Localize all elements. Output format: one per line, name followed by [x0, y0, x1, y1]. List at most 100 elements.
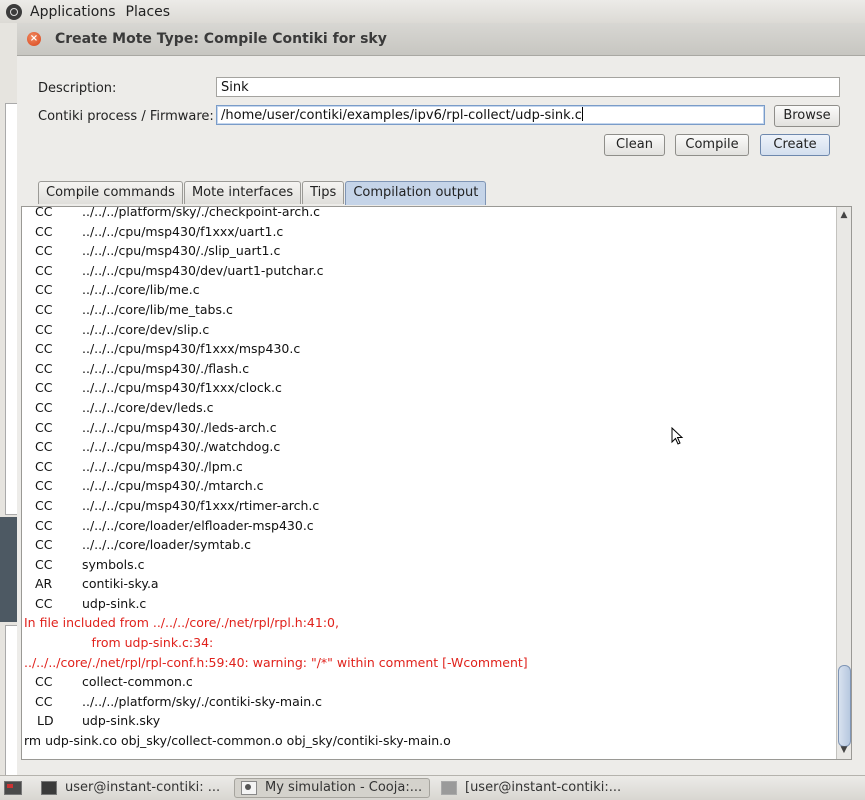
scroll-thumb[interactable] — [838, 665, 851, 747]
firmware-field[interactable]: /home/user/contiki/examples/ipv6/rpl-col… — [216, 105, 765, 125]
terminal-icon — [41, 781, 57, 795]
output-line: CC ../../../core/dev/leds.c — [22, 398, 834, 418]
firmware-value: /home/user/contiki/examples/ipv6/rpl-col… — [221, 108, 582, 123]
compile-button[interactable]: Compile — [675, 134, 749, 156]
dialog-title: Create Mote Type: Compile Contiki for sk… — [55, 31, 387, 47]
output-line: CC ../../../cpu/msp430/./watchdog.c — [22, 437, 834, 457]
description-value: Sink — [221, 80, 249, 95]
description-label: Description: — [38, 81, 117, 96]
output-line: CC ../../../cpu/msp430/./slip_uart1.c — [22, 241, 834, 261]
output-argument: ../../../cpu/msp430/./watchdog.c — [82, 439, 281, 455]
output-command: CC — [35, 380, 53, 396]
output-line: CC collect-common.c — [22, 672, 834, 692]
output-argument: ../../../cpu/msp430/./mtarch.c — [82, 478, 264, 494]
output-argument: ../../../cpu/msp430/./slip_uart1.c — [82, 243, 281, 259]
output-line: CC ../../../cpu/msp430/f1xxx/rtimer-arch.… — [22, 496, 834, 516]
applications-menu[interactable]: Applications — [30, 4, 116, 20]
output-command: CC — [35, 439, 53, 455]
output-line: CC ../../../cpu/msp430/f1xxx/uart1.c — [22, 222, 834, 242]
output-argument: udp-sink.c — [82, 595, 147, 611]
output-command: CC — [35, 321, 53, 337]
terminal-icon — [441, 781, 457, 795]
top-panel: Applications Places — [0, 0, 865, 24]
output-command: CC — [35, 341, 53, 357]
output-command: LD — [37, 713, 54, 729]
output-command: CC — [35, 556, 53, 572]
output-line: CC ../../../cpu/msp430/dev/uart1-putchar.… — [22, 261, 834, 281]
output-command: CC — [35, 458, 53, 474]
taskbar: user@instant-contiki: ... My simulation … — [0, 775, 865, 800]
output-line: rm udp-sink.co obj_sky/collect-common.o … — [24, 733, 451, 749]
output-argument: ../../../cpu/msp430/f1xxx/msp430.c — [82, 341, 301, 357]
output-command: CC — [35, 206, 53, 219]
output-command: CC — [35, 282, 53, 298]
output-argument: ../../../core/loader/symtab.c — [82, 537, 251, 553]
output-line: CC ../../../cpu/msp430/./lpm.c — [22, 457, 834, 477]
output-argument: ../../../cpu/msp430/f1xxx/rtimer-arch.c — [82, 497, 320, 513]
output-argument: contiki-sky.a — [82, 576, 159, 592]
description-field[interactable]: Sink — [216, 77, 840, 97]
output-line: CC ../../../cpu/msp430/./mtarch.c — [22, 476, 834, 496]
output-error-line: In file included from ../../../core/./ne… — [24, 615, 339, 631]
tab-mote-interfaces[interactable]: Mote interfaces — [183, 181, 302, 204]
firmware-label: Contiki process / Firmware: — [38, 109, 214, 124]
clean-button[interactable]: Clean — [604, 134, 665, 156]
show-desktop-icon[interactable] — [4, 781, 22, 795]
output-lines: CC ../../../platform/sky/./checkpoint-arc… — [22, 206, 834, 751]
output-argument: ../../../cpu/msp430/./lpm.c — [82, 458, 243, 474]
cooja-icon — [241, 781, 257, 795]
output-line: CC ../../../cpu/msp430/f1xxx/msp430.c — [22, 339, 834, 359]
taskbar-item-label: My simulation - Cooja:... — [265, 780, 423, 795]
output-argument: ../../../cpu/msp430/f1xxx/clock.c — [82, 380, 282, 396]
output-argument: ../../../core/lib/me_tabs.c — [82, 301, 233, 317]
output-line: CC ../../../platform/sky/./checkpoint-arc… — [22, 206, 834, 222]
output-argument: ../../../core/lib/me.c — [82, 282, 200, 298]
output-line: CC ../../../core/loader/symtab.c — [22, 535, 834, 555]
scroll-up-icon[interactable]: ▲ — [839, 209, 849, 221]
output-argument: collect-common.c — [82, 674, 193, 690]
tab-compilation-output[interactable]: Compilation output — [345, 181, 487, 205]
ubuntu-logo-icon[interactable] — [6, 3, 22, 20]
output-command: CC — [35, 419, 53, 435]
output-command: CC — [35, 478, 53, 494]
output-command: CC — [35, 693, 53, 709]
output-line: CC ../../../cpu/msp430/f1xxx/clock.c — [22, 378, 834, 398]
output-command: CC — [35, 497, 53, 513]
output-command: CC — [35, 537, 53, 553]
dialog-titlebar[interactable]: × Create Mote Type: Compile Contiki for … — [17, 23, 865, 56]
output-command: CC — [35, 595, 53, 611]
browse-button[interactable]: Browse — [774, 105, 840, 127]
output-argument: ../../../core/loader/elfloader-msp430.c — [82, 517, 314, 533]
output-argument: symbols.c — [82, 556, 145, 572]
tab-compile-commands[interactable]: Compile commands — [38, 181, 183, 204]
compilation-output-panel[interactable]: CC ../../../platform/sky/./checkpoint-arc… — [21, 206, 852, 760]
output-command: CC — [35, 360, 53, 376]
output-line: CC ../../../platform/sky/./contiki-sky-ma… — [22, 692, 834, 712]
vertical-scrollbar[interactable]: ▲ ▼ — [836, 207, 851, 759]
close-icon[interactable]: × — [27, 32, 41, 46]
text-caret — [581, 107, 583, 121]
output-error-line: ../../../core/./net/rpl/rpl-conf.h:59:40… — [24, 654, 528, 670]
taskbar-item-terminal-1[interactable]: user@instant-contiki: ... — [34, 778, 230, 798]
output-line: LD udp-sink.sky — [22, 711, 834, 731]
output-argument: ../../../platform/sky/./checkpoint-arch.… — [82, 206, 321, 219]
output-line: CC symbols.c — [22, 555, 834, 575]
tab-tips[interactable]: Tips — [302, 181, 345, 204]
output-command: CC — [35, 243, 53, 259]
taskbar-item-terminal-2[interactable]: [user@instant-contiki:... — [434, 778, 630, 798]
taskbar-item-cooja[interactable]: My simulation - Cooja:... — [234, 778, 430, 798]
output-argument: ../../../cpu/msp430/dev/uart1-putchar.c — [82, 262, 324, 278]
output-argument: ../../../core/dev/leds.c — [82, 399, 214, 415]
output-command: CC — [35, 674, 53, 690]
places-menu[interactable]: Places — [126, 4, 171, 20]
output-line: CC ../../../core/dev/slip.c — [22, 320, 834, 340]
output-command: CC — [35, 399, 53, 415]
create-button[interactable]: Create — [760, 134, 830, 156]
mouse-pointer-icon — [671, 427, 684, 445]
output-argument: ../../../cpu/msp430/f1xxx/uart1.c — [82, 223, 284, 239]
output-command: AR — [35, 576, 53, 592]
output-argument: ../../../cpu/msp430/./flash.c — [82, 360, 250, 376]
scroll-down-icon[interactable]: ▼ — [839, 744, 849, 756]
tab-bar: Compile commands Mote interfaces Tips Co… — [38, 181, 487, 205]
output-command: CC — [35, 301, 53, 317]
